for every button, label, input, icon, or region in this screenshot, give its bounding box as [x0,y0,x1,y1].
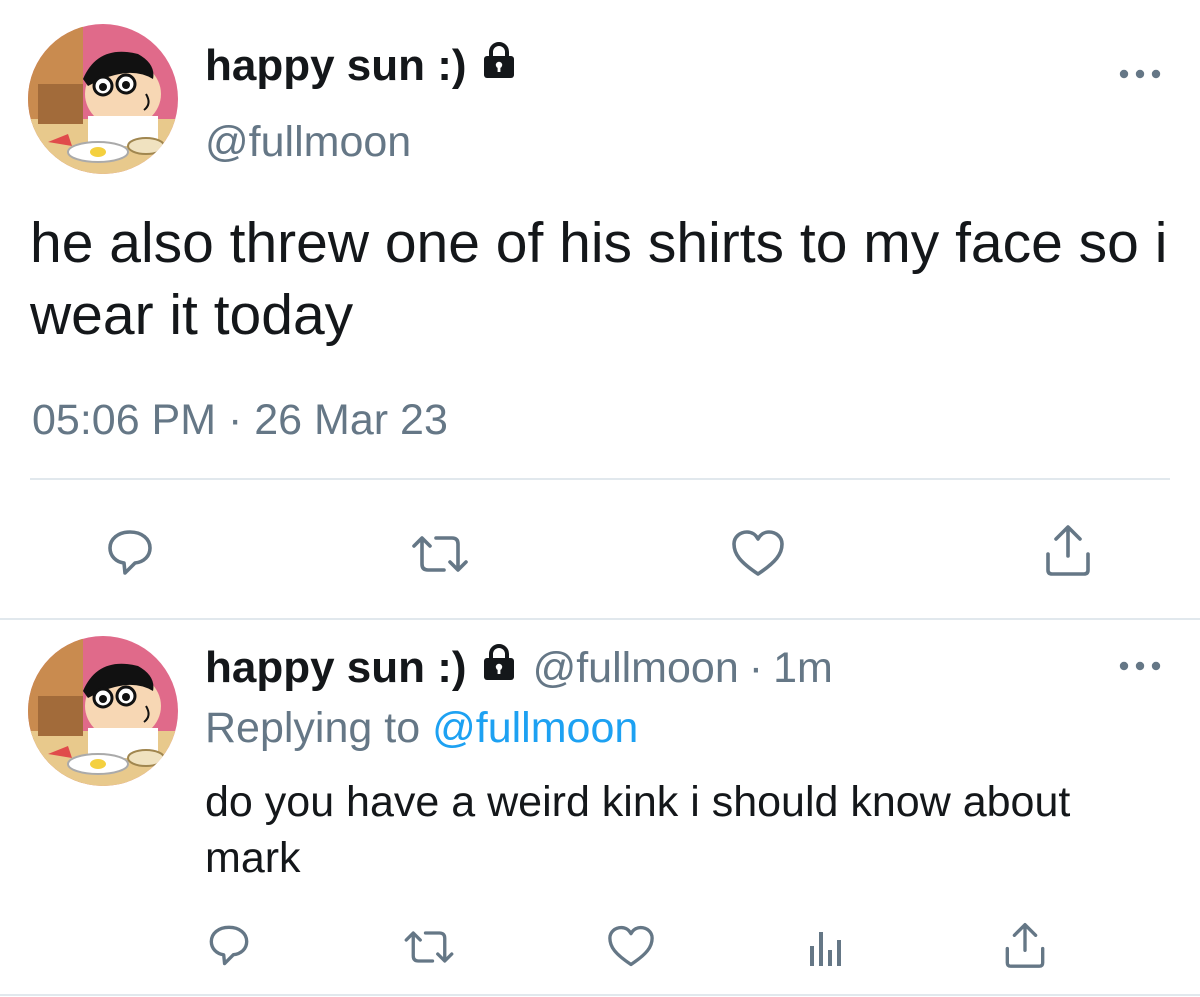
avatar[interactable] [28,636,178,786]
reply-timestamp[interactable]: 1m [773,640,833,696]
divider [0,994,1200,996]
like-icon[interactable] [730,528,786,583]
avatar-image [28,24,178,174]
share-icon[interactable] [1002,920,1048,975]
divider [30,478,1170,480]
lock-icon [479,640,519,696]
analytics-icon[interactable] [806,926,846,973]
reply-text: do you have a weird kink i should know a… [205,778,1071,882]
retweet-icon[interactable] [400,926,458,973]
share-icon[interactable] [1042,522,1094,583]
separator: · [748,644,764,692]
reply-icon[interactable] [104,526,156,583]
like-icon[interactable] [606,924,656,973]
more-icon[interactable] [1118,656,1162,681]
tweet-timestamp[interactable]: 05:06 PM · 26 Mar 23 [32,392,448,448]
avatar-image [28,636,178,786]
reply-header: happy sun :) @fullmoon · 1m [205,640,833,696]
retweet-icon[interactable] [408,530,472,583]
lock-icon [479,38,519,94]
more-icon[interactable] [1118,64,1162,89]
replying-to-label: Replying to [205,704,421,752]
avatar[interactable] [28,24,178,174]
author-name[interactable]: happy sun :) [205,640,467,696]
author-handle[interactable]: @fullmoon [533,640,739,696]
author-handle[interactable]: @fullmoon [205,114,411,170]
author-name-text: happy sun :) [205,41,467,90]
tweet-text: he also threw one of his shirts to my fa… [30,211,1168,347]
reply-icon[interactable] [206,922,252,973]
replying-to-link[interactable]: @fullmoon [432,704,638,752]
author-name[interactable]: happy sun :) [205,38,519,94]
replying-to: Replying to @fullmoon [205,700,638,756]
divider [0,618,1200,620]
